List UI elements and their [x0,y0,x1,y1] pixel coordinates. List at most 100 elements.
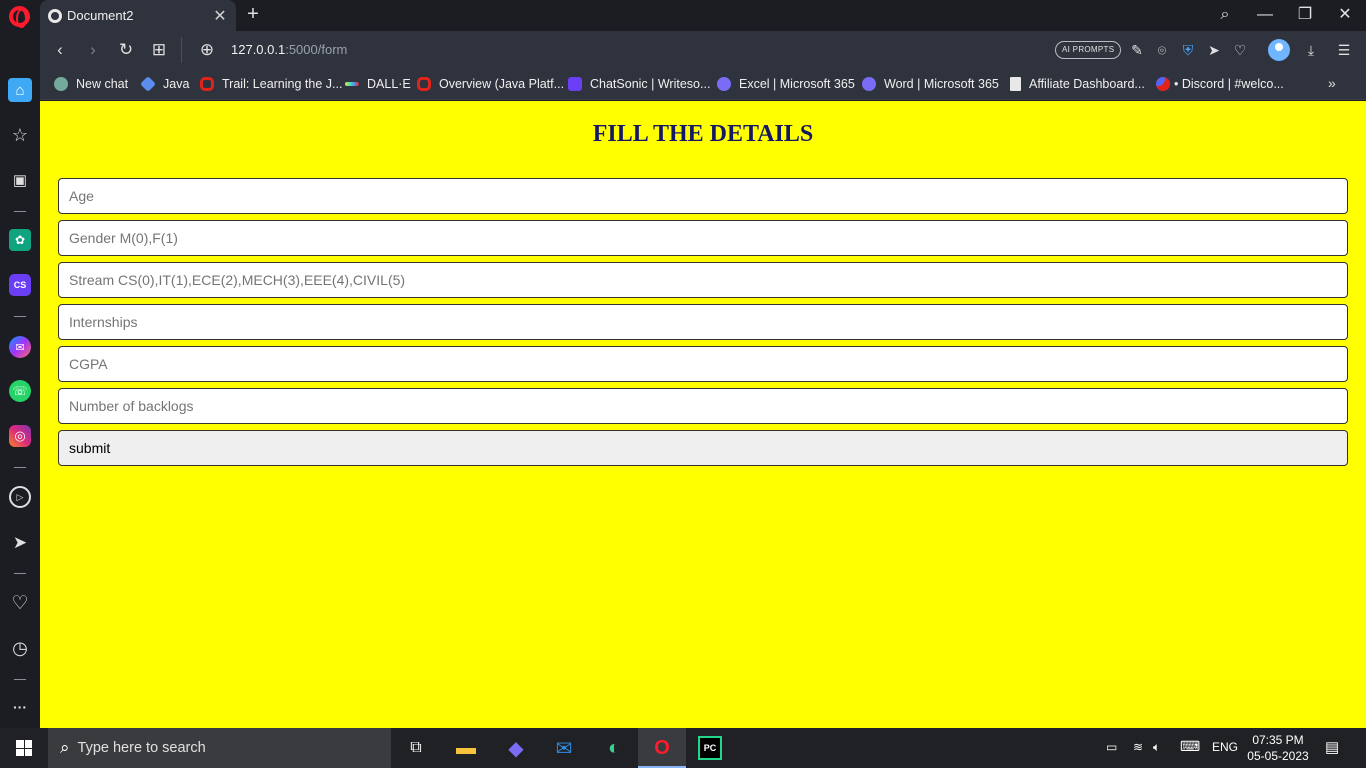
bookmark-trail-learning[interactable]: Trail: Learning the J... [200,75,342,93]
home-icon[interactable]: ⌂ [8,78,32,102]
oracle-icon [200,77,214,91]
volume-icon[interactable]: 🔈︎ [1153,740,1160,755]
taskbar-clock[interactable]: 07:35 PM 05-05-2023 [1238,732,1318,764]
backlogs-input[interactable] [58,388,1348,424]
chatsonic-icon[interactable]: CS [9,274,31,296]
copilot-icon[interactable]: ◆ [502,734,530,762]
mail-icon[interactable]: ✉ [550,734,578,762]
gender-input[interactable] [58,220,1348,256]
ai-prompts-button[interactable]: AI PROMPTS [1055,41,1122,59]
tab-close-icon[interactable]: ✕ [210,6,230,26]
bookmarks-bar: New chat Java Trail: Learning the J... D… [40,69,1366,100]
notification-icon[interactable]: ▤ [1325,738,1339,756]
send-icon[interactable]: ➤ [9,532,31,554]
document-icon [1010,77,1021,91]
sidebar-divider [14,316,26,317]
bookmark-word-365[interactable]: Word | Microsoft 365 [862,75,999,93]
site-info-icon[interactable]: ⊕ [196,39,218,61]
player-icon[interactable]: ▷ [9,486,31,508]
forward-icon[interactable]: › [82,39,104,61]
chatgpt-icon [54,77,68,91]
bookmark-excel-365[interactable]: Excel | Microsoft 365 [717,75,855,93]
browser-titlebar: Document2 ✕ + ⌕ — ❐ ✕ [0,0,1366,31]
opera-icon[interactable]: O [648,734,676,762]
reload-icon[interactable]: ↻ [115,39,137,61]
chatsonic-icon [568,77,582,91]
bookmark-chatsonic[interactable]: ChatSonic | Writeso... [568,75,710,93]
sidebar-divider [14,467,26,468]
age-input[interactable] [58,178,1348,214]
windows-start-icon[interactable] [16,740,32,756]
bookmark-java[interactable]: Java [140,75,189,93]
whatsapp-icon[interactable]: ☏ [9,380,31,402]
download-icon[interactable]: ⤓ [1301,40,1321,60]
internships-input[interactable] [58,304,1348,340]
restore-icon[interactable]: ❐ [1294,4,1316,26]
globe-icon [48,8,62,23]
keyboard-icon[interactable]: ⌨ [1180,738,1200,755]
opera-menu-icon[interactable] [9,6,30,28]
history-icon[interactable]: ◷ [9,637,31,659]
pycharm-icon[interactable]: PC [698,736,722,760]
battery-icon[interactable]: ▭ [1106,740,1117,754]
task-view-icon[interactable]: ⧉ [402,734,430,762]
minimize-icon[interactable]: — [1254,4,1276,26]
address-divider [181,37,182,63]
clock-date: 05-05-2023 [1247,749,1309,763]
profile-avatar-icon[interactable] [1268,39,1290,61]
shield-icon[interactable]: ⛨ [1178,40,1198,60]
sidebar-divider [14,679,26,680]
chatgpt-icon[interactable]: ✿ [9,229,31,251]
taskbar-search-placeholder: Type here to search [77,740,206,756]
bookmark-new-chat[interactable]: New chat [54,75,128,93]
url-path: :5000/form [285,42,348,57]
opera-sidebar: ⌂ ☆ ▣ ✿ CS ✉ ☏ ◎ ▷ ➤ ♡ ◷ ··· [0,31,40,728]
oracle-icon [417,77,431,91]
new-tab-button[interactable]: + [243,3,263,26]
edit-icon[interactable]: ✎ [1127,40,1147,60]
page-content: FILL THE DETAILS submit [40,101,1366,728]
tab-title: Document2 [67,8,134,23]
tab-search-icon[interactable]: ⌕ [1214,4,1236,26]
messenger-icon[interactable]: ✉ [9,336,31,358]
clock-time: 07:35 PM [1252,733,1304,747]
file-explorer-icon[interactable]: ▬ [452,734,480,762]
discord-icon [1156,77,1170,91]
language-indicator[interactable]: ENG [1212,740,1238,754]
bookmark-affiliate-dashboard[interactable]: Affiliate Dashboard... [1010,75,1145,93]
instagram-icon[interactable]: ◎ [9,425,31,447]
camera-icon[interactable]: ⌾ [1152,40,1172,60]
briefcase-icon[interactable]: ▣ [9,169,31,191]
taskbar-search-box[interactable]: ⌕ Type here to search [48,728,391,768]
address-bar: ‹ › ↻ ⊞ ⊕ 127.0.0.1:5000/form AI PROMPTS… [40,31,1366,69]
tab-overview-icon[interactable]: ⊞ [148,39,170,61]
window-close-icon[interactable]: ✕ [1334,4,1356,26]
bookmark-dalle[interactable]: DALL·E [345,75,411,93]
wifi-icon[interactable]: ≋ [1133,740,1143,754]
cgpa-input[interactable] [58,346,1348,382]
bookmarks-overflow-icon[interactable]: » [1328,75,1336,91]
url-host: 127.0.0.1 [231,42,286,57]
back-icon[interactable]: ‹ [49,39,71,61]
m365-icon [717,77,731,91]
search-icon: ⌕ [60,738,70,757]
bookmark-java-overview[interactable]: Overview (Java Platf... [417,75,564,93]
url-field[interactable]: 127.0.0.1:5000/form [231,42,347,57]
more-icon[interactable]: ··· [9,696,31,718]
heart-icon[interactable]: ♡ [1230,40,1250,60]
java-icon [140,76,156,92]
stream-input[interactable] [58,262,1348,298]
easy-setup-menu-icon[interactable]: ☰ [1334,40,1354,60]
send-icon[interactable]: ➤ [1204,40,1224,60]
tab-document2[interactable]: Document2 ✕ [40,0,236,31]
submit-button[interactable]: submit [58,430,1348,466]
m365-icon [862,77,876,91]
dalle-icon [345,82,359,86]
heart-icon[interactable]: ♡ [9,592,31,614]
sidebar-divider [14,211,26,212]
windows-taskbar: ⌕ Type here to search ⧉ ▬ ◆ ✉ ◐ O PC ▭ ≋… [0,728,1366,768]
bookmark-discord[interactable]: • Discord | #welco... [1156,75,1284,93]
edge-icon[interactable]: ◐ [600,734,628,762]
star-icon[interactable]: ☆ [9,124,31,146]
page-title: FILL THE DETAILS [592,121,814,147]
